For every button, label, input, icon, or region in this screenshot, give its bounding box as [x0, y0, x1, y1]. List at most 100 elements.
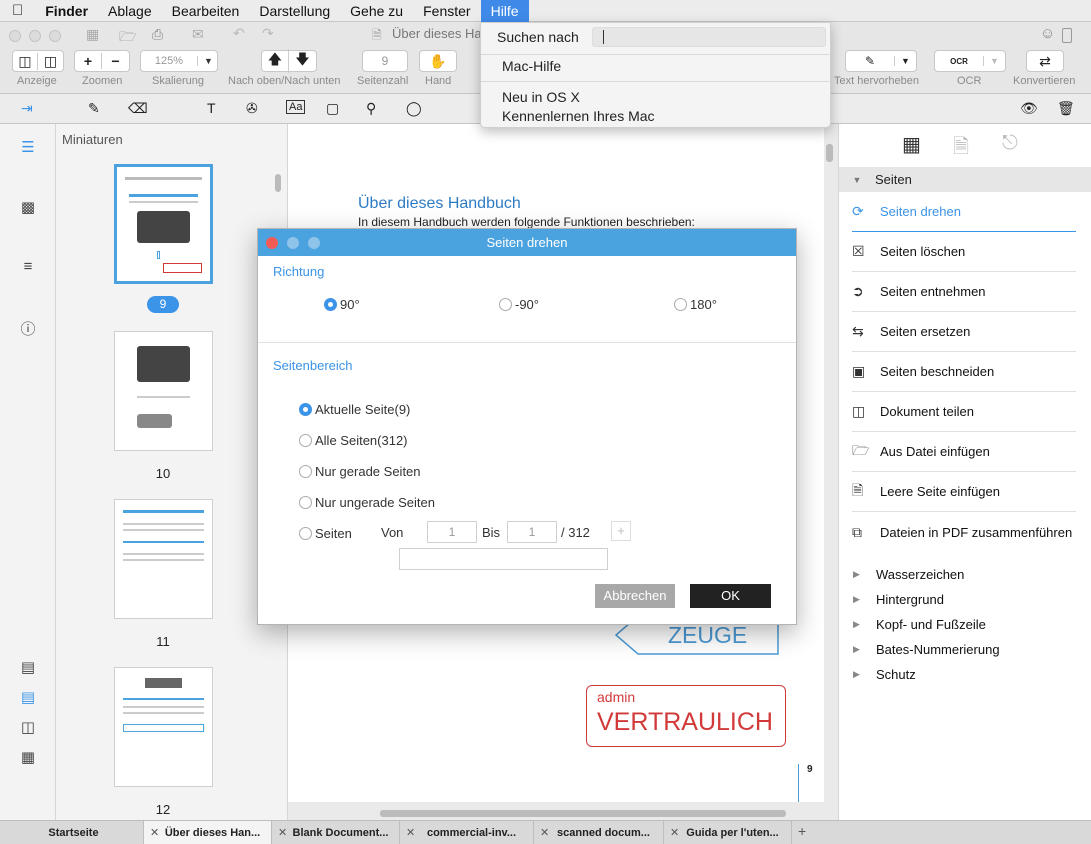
hand-tool-button[interactable]: ✋: [419, 50, 457, 72]
close-tab-icon[interactable]: ✕: [540, 826, 549, 839]
rotate-pages-item[interactable]: ⟳ Seiten drehen: [852, 192, 1076, 232]
thumbnail-page-12[interactable]: [114, 667, 213, 787]
tab-commercial-invoice[interactable]: ✕ commercial-inv...: [400, 821, 534, 844]
zoom-select[interactable]: 125% ▼: [140, 50, 218, 72]
pen-icon[interactable]: ✎: [88, 100, 100, 117]
single-page-icon[interactable]: ▤: [19, 658, 37, 676]
print-icon[interactable]: ⎙: [152, 26, 163, 43]
single-view-icon[interactable]: ◫: [13, 52, 38, 70]
minimize-window-button[interactable]: [29, 30, 41, 42]
chevron-down-icon[interactable]: ▼: [983, 56, 999, 66]
close-tab-icon[interactable]: ✕: [150, 826, 159, 839]
subsection-hintergrund[interactable]: ▶ Hintergrund: [853, 587, 944, 612]
redo-icon[interactable]: ↷: [262, 25, 274, 42]
angle-180-option[interactable]: 180°: [674, 297, 717, 312]
thumbnail-page-11[interactable]: [114, 499, 213, 619]
ocr-select[interactable]: OCR ▼: [934, 50, 1006, 72]
document-horizontal-scrollbar[interactable]: [380, 810, 786, 817]
thumbnail-page-9[interactable]: [114, 164, 213, 284]
save-icon[interactable]: ▦: [86, 26, 99, 43]
chevron-down-icon[interactable]: ▼: [197, 56, 213, 66]
menu-ablage[interactable]: Ablage: [98, 0, 162, 22]
thumbnails-scrollbar[interactable]: [275, 174, 281, 192]
subsection-bates[interactable]: ▶ Bates-Nummerierung: [853, 637, 1000, 662]
radio-button[interactable]: [324, 298, 337, 311]
close-window-button[interactable]: [9, 30, 21, 42]
menu-darstellung[interactable]: Darstellung: [249, 0, 340, 22]
tab-blank-document[interactable]: ✕ Blank Document...: [272, 821, 400, 844]
undo-icon[interactable]: ↶: [233, 25, 245, 42]
range-current-option[interactable]: Aktuelle Seite(9): [299, 402, 410, 417]
page-up-icon[interactable]: 🡅: [262, 49, 290, 73]
help-search-input[interactable]: [592, 27, 826, 47]
vertraulich-stamp[interactable]: admin VERTRAULICH: [586, 685, 786, 747]
radio-button[interactable]: [674, 298, 687, 311]
angle-90-option[interactable]: 90°: [324, 297, 360, 312]
thumbnail-page-10[interactable]: [114, 331, 213, 451]
radio-button[interactable]: [299, 496, 312, 509]
insert-from-file-item[interactable]: 🗁 Aus Datei einfügen: [852, 432, 1076, 472]
radio-button[interactable]: [299, 403, 312, 416]
comment-icon[interactable]: ✇: [246, 100, 258, 117]
range-even-option[interactable]: Nur gerade Seiten: [299, 464, 421, 479]
delete-pages-item[interactable]: ☒ Seiten löschen: [852, 232, 1076, 272]
menu-item-mac-hilfe[interactable]: Mac-Hilfe: [502, 58, 561, 74]
eraser-icon[interactable]: ⌫: [128, 100, 148, 117]
subsection-kopf-fusszeile[interactable]: ▶ Kopf- und Fußzeile: [853, 612, 986, 637]
export-icon[interactable]: ⎋: [1002, 132, 1018, 155]
page-down-icon[interactable]: 🡇: [289, 49, 316, 73]
outline-icon[interactable]: ≡: [19, 258, 37, 276]
bookmark-icon[interactable]: ▩: [19, 198, 37, 216]
shapes-icon[interactable]: ◯: [406, 100, 422, 117]
zoom-out-button[interactable]: −: [102, 53, 129, 69]
zoom-in-button[interactable]: +: [75, 53, 103, 69]
tab-scanned-document[interactable]: ✕ scanned docum...: [534, 821, 664, 844]
smiley-icon[interactable]: ☺: [1040, 25, 1055, 42]
range-all-option[interactable]: Alle Seiten(312): [299, 433, 408, 448]
add-tab-button[interactable]: +: [798, 823, 806, 839]
edit-page-icon[interactable]: 🗎: [953, 132, 969, 166]
extract-pages-item[interactable]: ➲ Seiten entnehmen: [852, 272, 1076, 312]
ok-button[interactable]: OK: [690, 584, 771, 608]
crop-pages-item[interactable]: ▣ Seiten beschneiden: [852, 352, 1076, 392]
menu-item-neu-in-osx[interactable]: Neu in OS X: [502, 89, 580, 105]
document-vertical-scrollbar[interactable]: [826, 144, 833, 162]
menu-hilfe[interactable]: Hilfe: [480, 0, 529, 22]
replace-pages-item[interactable]: ⇆ Seiten ersetzen: [852, 312, 1076, 352]
device-icon[interactable]: [1062, 28, 1072, 43]
menu-finder[interactable]: Finder: [35, 0, 98, 22]
convert-button[interactable]: ⇄: [1026, 50, 1064, 72]
angle-minus90-option[interactable]: -90°: [499, 297, 539, 312]
page-tools-icon[interactable]: ▦: [902, 132, 921, 157]
two-page-icon[interactable]: ◫: [19, 718, 37, 736]
radio-button[interactable]: [299, 527, 312, 540]
double-view-icon[interactable]: ◫: [38, 53, 63, 70]
grid-page-icon[interactable]: ▦: [19, 748, 37, 766]
eye-icon[interactable]: 👁: [1020, 100, 1038, 117]
radio-button[interactable]: [299, 434, 312, 447]
subsection-wasserzeichen[interactable]: ▶ Wasserzeichen: [853, 562, 964, 587]
von-input[interactable]: 1: [427, 521, 477, 543]
menu-bearbeiten[interactable]: Bearbeiten: [162, 0, 250, 22]
bis-input[interactable]: 1: [507, 521, 557, 543]
custom-range-input[interactable]: [399, 548, 608, 570]
dialog-close-button[interactable]: [266, 237, 278, 249]
subsection-schutz[interactable]: ▶ Schutz: [853, 662, 916, 687]
open-folder-icon[interactable]: 🗁: [119, 26, 136, 50]
info-icon[interactable]: ⓘ: [19, 318, 37, 338]
page-number-input[interactable]: 9: [362, 50, 408, 72]
close-tab-icon[interactable]: ✕: [670, 826, 679, 839]
view-toggle[interactable]: ◫ ◫: [12, 50, 64, 72]
tab-ueber-dieses[interactable]: ✕ Über dieses Han...: [144, 821, 272, 844]
menu-item-kennenlernen[interactable]: Kennenlernen Ihres Mac: [502, 108, 655, 124]
close-tab-icon[interactable]: ✕: [406, 826, 415, 839]
textbox-icon[interactable]: Aa: [286, 100, 306, 114]
radio-button[interactable]: [499, 298, 512, 311]
apple-menu-icon[interactable]: : [0, 0, 35, 22]
cancel-button[interactable]: Abbrechen: [595, 584, 675, 608]
chevron-down-icon[interactable]: ▼: [894, 56, 910, 66]
menu-gehe-zu[interactable]: Gehe zu: [340, 0, 413, 22]
split-document-item[interactable]: ◫ Dokument teilen: [852, 392, 1076, 432]
close-tab-icon[interactable]: ✕: [278, 826, 287, 839]
callout-icon[interactable]: ▢: [326, 100, 339, 117]
